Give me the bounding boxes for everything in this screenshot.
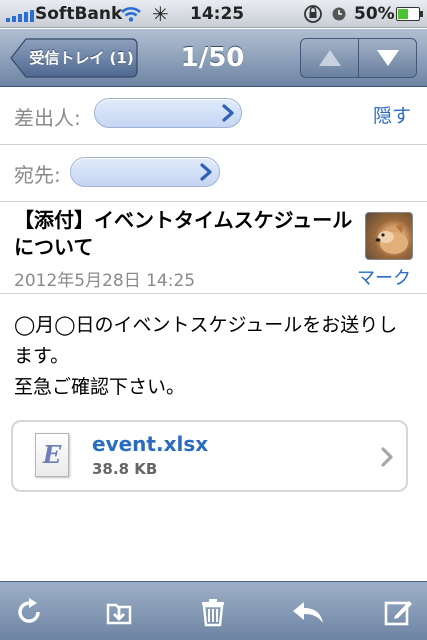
body-line: ます。 bbox=[14, 345, 70, 367]
alarm-icon bbox=[330, 0, 348, 28]
previous-message-button[interactable] bbox=[301, 39, 358, 77]
reply-icon bbox=[293, 601, 323, 623]
move-to-folder-icon bbox=[106, 603, 132, 624]
battery-percent: 50% bbox=[354, 4, 395, 24]
signal-icon bbox=[6, 8, 34, 22]
activity-spinner-icon: ✳ bbox=[152, 2, 169, 26]
down-arrow-icon bbox=[376, 50, 399, 66]
back-button-label: 受信トレイ (1) bbox=[29, 49, 134, 67]
body-line: ◯月◯日のイベントスケジュールをお送りし bbox=[14, 314, 398, 336]
delete-button[interactable] bbox=[188, 582, 238, 640]
battery-icon bbox=[396, 7, 423, 21]
status-bar: SoftBank ✳ 14:25 50% bbox=[0, 0, 427, 28]
reply-button[interactable] bbox=[283, 582, 333, 640]
refresh-icon bbox=[18, 597, 40, 623]
chevron-right-icon bbox=[381, 447, 393, 467]
message-body: ◯月◯日のイベントスケジュールをお送りし ます。 至急ご確認下さい。 bbox=[14, 310, 414, 403]
trash-icon bbox=[202, 598, 224, 626]
back-to-inbox-button[interactable]: 受信トレイ (1) bbox=[10, 38, 138, 78]
attachment-file-size: 38.8 KB bbox=[92, 460, 158, 478]
move-to-folder-button[interactable] bbox=[94, 582, 144, 640]
mark-button[interactable]: マーク bbox=[357, 264, 411, 290]
message-subject: 【添付】イベントタイムスケジュールについて bbox=[14, 208, 353, 259]
chevron-right-icon bbox=[200, 163, 212, 181]
to-label: 宛先: bbox=[14, 163, 61, 187]
attachment-file-name: event.xlsx bbox=[92, 432, 209, 456]
up-arrow-icon bbox=[318, 50, 341, 66]
recipient-address-button[interactable] bbox=[70, 157, 220, 187]
sender-avatar bbox=[365, 212, 413, 260]
bottom-toolbar bbox=[0, 581, 427, 640]
from-row: 差出人: bbox=[0, 88, 427, 145]
message-date: 2012年5月28日 14:25 bbox=[14, 271, 196, 291]
attachment-item[interactable]: E event.xlsx 38.8 KB bbox=[11, 420, 408, 492]
hide-details-link[interactable]: 隠す bbox=[373, 101, 411, 128]
message-counter: 1/50 bbox=[180, 43, 245, 73]
refresh-button[interactable] bbox=[4, 582, 54, 640]
message-navigation bbox=[300, 38, 417, 78]
from-label: 差出人: bbox=[14, 106, 81, 130]
body-line: 至急ご確認下さい。 bbox=[14, 376, 186, 398]
to-row: 宛先: bbox=[0, 145, 427, 202]
compose-button[interactable] bbox=[373, 582, 423, 640]
chevron-right-icon bbox=[222, 104, 234, 122]
compose-icon bbox=[384, 600, 412, 625]
wifi-icon bbox=[120, 0, 142, 28]
clock: 14:25 bbox=[190, 4, 245, 24]
excel-file-icon: E bbox=[35, 433, 69, 477]
navigation-bar: 受信トレイ (1) 1/50 bbox=[0, 29, 427, 87]
rotation-lock-icon bbox=[302, 0, 324, 28]
next-message-button[interactable] bbox=[358, 39, 416, 77]
carrier-name: SoftBank bbox=[35, 4, 123, 24]
sender-address-button[interactable] bbox=[94, 98, 242, 128]
